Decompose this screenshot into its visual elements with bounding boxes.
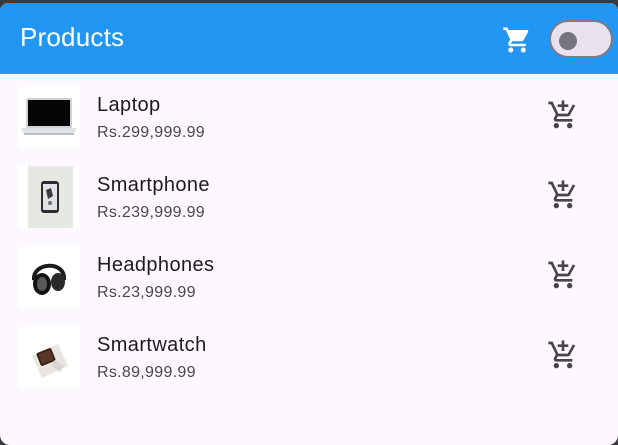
add-to-cart-button[interactable] — [547, 99, 579, 131]
add-to-cart-button[interactable] — [547, 179, 579, 211]
page-title: Products — [20, 22, 125, 52]
app-bar: Products — [0, 3, 618, 74]
list-item[interactable]: Smartwatch Rs.89,999.99 — [0, 314, 618, 394]
list-item[interactable]: Laptop Rs.299,999.99 — [0, 74, 618, 154]
product-price: Rs.89,999.99 — [97, 364, 196, 381]
product-name: Smartphone — [97, 174, 210, 196]
product-price: Rs.239,999.99 — [97, 204, 205, 221]
list-item[interactable]: Smartphone Rs.239,999.99 — [0, 154, 618, 234]
add-to-cart-button[interactable] — [547, 259, 579, 291]
theme-toggle[interactable] — [549, 20, 613, 58]
toggle-knob — [559, 32, 577, 50]
smartphone-image — [18, 166, 80, 228]
shopping-cart-icon[interactable] — [502, 25, 532, 55]
smartwatch-image — [18, 326, 80, 388]
product-price: Rs.299,999.99 — [97, 124, 205, 141]
product-name: Headphones — [97, 254, 215, 276]
laptop-image — [18, 86, 80, 148]
add-to-cart-button[interactable] — [547, 339, 579, 371]
headphones-image — [18, 246, 80, 308]
product-name: Laptop — [97, 94, 161, 116]
product-name: Smartwatch — [97, 334, 207, 356]
app-window: Products Laptop Rs.299,999.99 Smartphone… — [0, 3, 618, 445]
product-price: Rs.23,999.99 — [97, 284, 196, 301]
list-item[interactable]: Headphones Rs.23,999.99 — [0, 234, 618, 314]
